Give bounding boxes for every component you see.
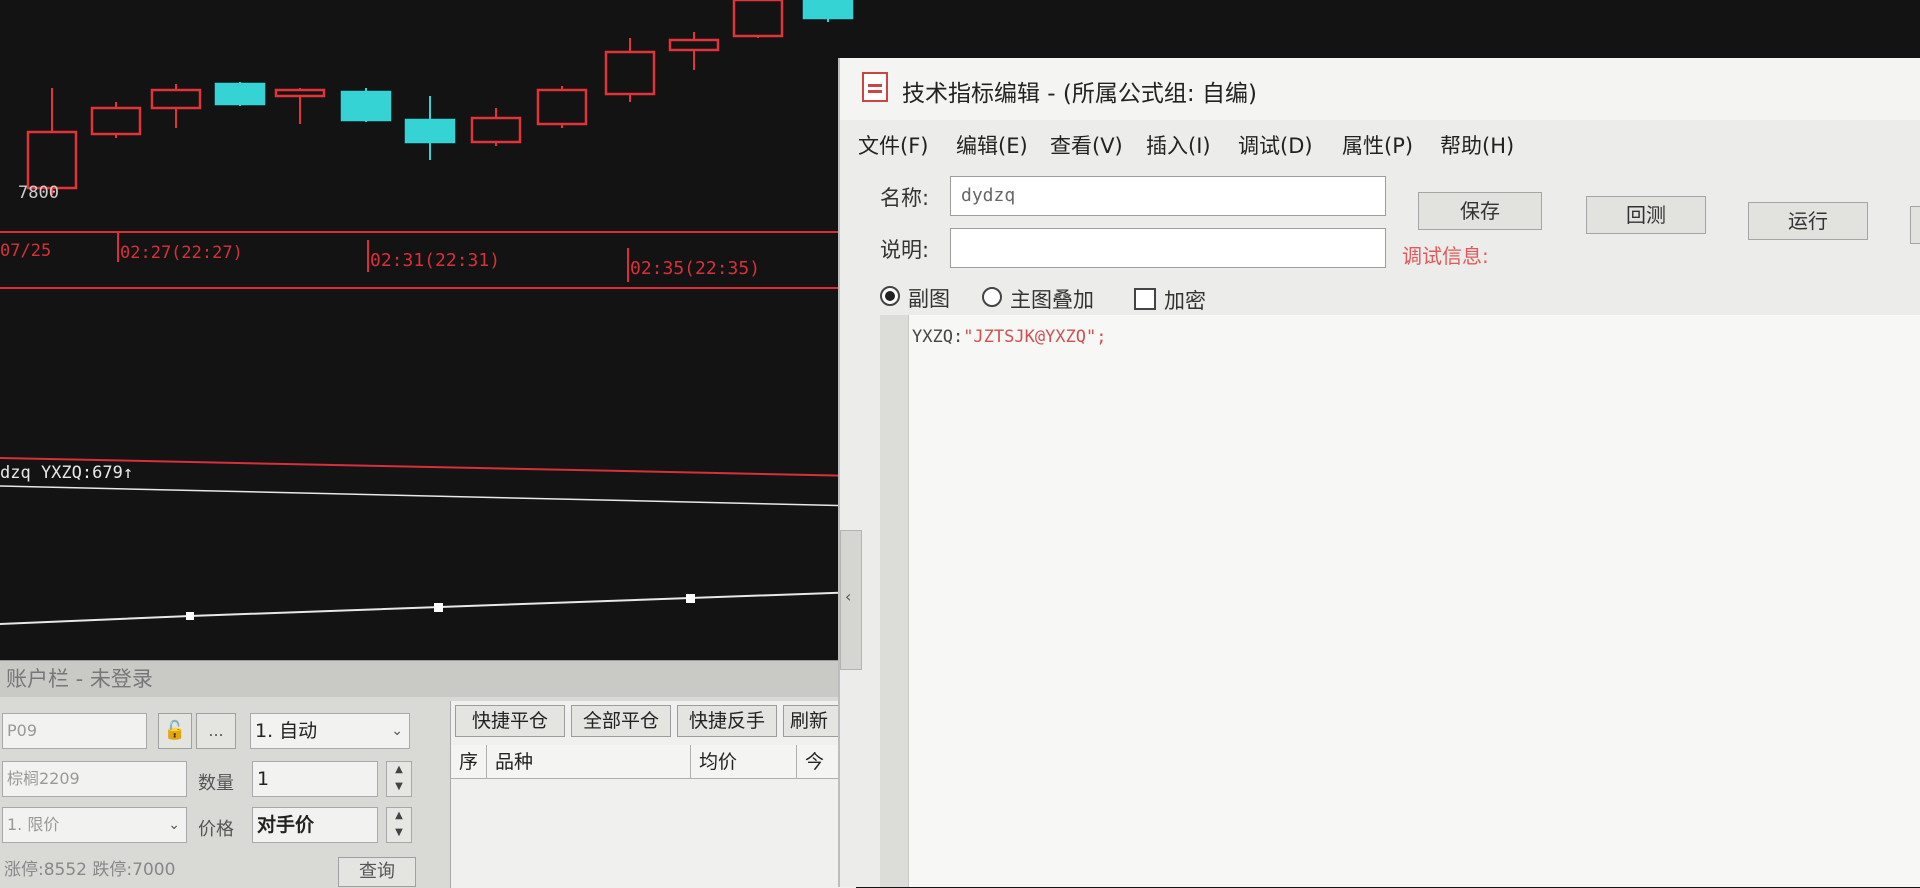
price-label: 价格 [198,819,234,840]
time-label-4: 02:35(22:35) [630,258,760,279]
name-input[interactable]: dydzq [950,176,1386,216]
time-label-2: 02:27(22:27) [120,243,243,263]
lock-button[interactable]: 🔓 [158,713,192,749]
order-type-select[interactable]: 1. 限价 ⌄ [2,807,187,843]
price-chart[interactable]: 7800 07/25 02:27(22:27) 02:31(22:31) 02:… [0,0,860,660]
quantity-stepper[interactable]: ▲ ▼ [386,761,412,797]
quantity-label: 数量 [198,773,234,794]
code-variable: YXZQ: [912,327,964,347]
candle-body [404,118,456,144]
main-overlay-label: 主图叠加 [1010,288,1094,312]
quantity-input[interactable]: 1 [252,761,378,797]
stepper-down-icon: ▼ [395,827,403,838]
encrypt-checkbox[interactable] [1134,288,1156,310]
panel-splitter[interactable]: ‹ [840,530,862,670]
encrypt-label: 加密 [1164,289,1206,313]
price-input[interactable]: 对手价 [252,807,378,843]
column-header-index[interactable]: 序 [451,745,487,779]
account-code-field[interactable]: P09 [2,713,147,749]
positions-panel: 快捷平仓 全部平仓 快捷反手 刷新 序 品种 均价 今 [450,701,856,888]
name-label: 名称: [880,186,930,210]
candle-body [470,116,522,144]
column-header-avg-price[interactable]: 均价 [691,745,797,779]
candle-body [604,50,656,96]
sub-chart-label: 副图 [908,287,950,311]
dialog-titlebar[interactable]: 技术指标编辑 - (所属公式组: 自编) [840,58,1920,120]
menu-insert[interactable]: 插入(I) [1146,130,1211,160]
menu-properties[interactable]: 属性(P) [1342,130,1413,160]
menu-bar: 文件(F) 编辑(E) 查看(V) 插入(I) 调试(D) 属性(P) 帮助(H… [840,124,1920,160]
stepper-down-icon: ▼ [395,781,403,792]
stepper-up-icon: ▲ [395,810,403,821]
extra-button[interactable] [1910,206,1920,244]
mode-select-value: 1. 自动 [255,720,318,742]
save-button[interactable]: 保存 [1418,192,1542,230]
menu-debug[interactable]: 调试(D) [1238,130,1313,160]
column-header-symbol[interactable]: 品种 [487,745,691,779]
lock-icon: 🔓 [163,720,187,741]
code-string: "JZTSJK@YXZQ"; [963,327,1107,347]
line-number-gutter [880,315,909,887]
code-editor[interactable]: YXZQ:"JZTSJK@YXZQ"; [880,315,1920,887]
candle-body [802,0,854,20]
candle-body [668,38,720,52]
indicator-label: dzq YXZQ:679↑ [0,463,133,483]
description-input[interactable] [950,228,1386,268]
menu-view[interactable]: 查看(V) [1050,130,1123,160]
more-button[interactable]: ... [196,713,236,749]
time-label-1: 07/25 [0,241,51,261]
price-axis-label: 7800 [18,183,59,203]
account-panel-title: 账户栏 - 未登录 [0,661,861,697]
candle-body [150,88,202,110]
backtest-button[interactable]: 回测 [1586,196,1706,234]
menu-file[interactable]: 文件(F) [858,130,928,160]
code-line[interactable]: YXZQ:"JZTSJK@YXZQ"; [912,327,1106,347]
candle-body [732,0,784,38]
order-type-value: 1. 限价 [7,815,60,834]
indicator-line [0,591,860,625]
chevron-down-icon: ⌄ [168,817,180,833]
quick-reverse-button[interactable]: 快捷反手 [677,705,777,737]
price-stepper[interactable]: ▲ ▼ [386,807,412,843]
dialog-title: 技术指标编辑 - (所属公式组: 自编) [902,81,1257,107]
account-panel: 账户栏 - 未登录 P09 🔓 ... 1. 自动 ⌄ 棕榈2209 数量 1 … [0,660,861,888]
candle-body [214,82,266,106]
chevron-down-icon: ⌄ [391,723,403,739]
debug-info-label: 调试信息: [1402,244,1489,268]
candle-body [26,130,78,190]
query-button[interactable]: 查询 [338,857,416,887]
sub-chart-radio[interactable] [880,286,900,306]
app-icon [862,72,888,102]
close-all-button[interactable]: 全部平仓 [571,705,671,737]
time-label-3: 02:31(22:31) [370,250,500,271]
stepper-up-icon: ▲ [395,764,403,775]
contract-field[interactable]: 棕榈2209 [2,761,187,797]
candle-body [274,88,326,98]
chevron-left-icon: ‹ [845,587,852,606]
candle-body [340,90,392,122]
candle-body [90,106,142,136]
limit-prices: 涨停:8552 跌停:7000 [4,860,176,880]
main-overlay-radio[interactable] [982,287,1002,307]
menu-edit[interactable]: 编辑(E) [956,130,1028,160]
description-label: 说明: [880,238,930,262]
quick-close-button[interactable]: 快捷平仓 [455,705,565,737]
menu-help[interactable]: 帮助(H) [1440,130,1514,160]
indicator-editor-dialog: 技术指标编辑 - (所属公式组: 自编) 文件(F) 编辑(E) 查看(V) 插… [838,58,1920,887]
candle-body [536,88,588,126]
run-button[interactable]: 运行 [1748,202,1868,240]
mode-select[interactable]: 1. 自动 ⌄ [250,713,410,749]
